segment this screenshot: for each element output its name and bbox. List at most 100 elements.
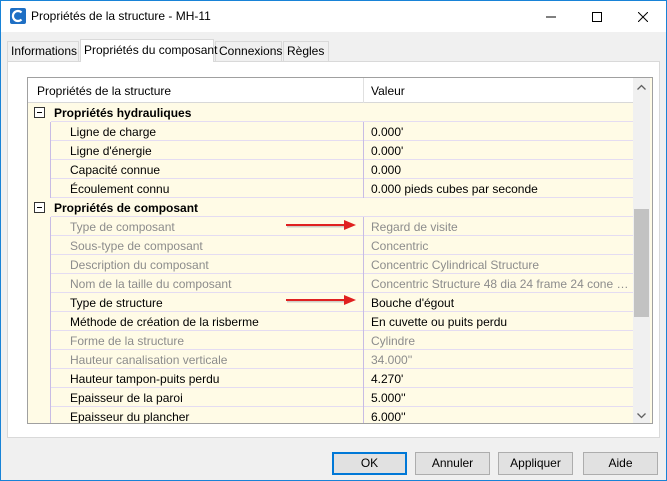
column-header-value: Valeur [371,84,405,98]
scroll-down-button[interactable] [633,407,650,423]
category-row[interactable]: Propriétés hydrauliques [28,103,633,122]
column-divider [363,141,364,160]
scroll-thumb[interactable] [634,209,649,317]
ok-button[interactable]: OK [332,452,407,475]
property-value[interactable]: 0.000' [371,144,629,158]
column-divider [363,350,364,369]
minimize-button[interactable] [528,1,574,32]
property-value: Concentric Structure 48 dia 24 frame 24 … [371,277,629,291]
property-value[interactable]: 0.000 pieds cubes par seconde [371,182,629,196]
property-row[interactable]: Epaisseur du plancher 6.000'' [28,407,633,424]
scroll-up-button[interactable] [633,78,650,95]
apply-button[interactable]: Appliquer [498,452,573,475]
row-indent [28,369,51,388]
property-name: Ligne de charge [70,125,157,139]
property-name: Hauteur tampon-puits perdu [70,372,220,386]
row-indent [28,407,51,423]
red-arrow-annotation-1 [286,220,356,230]
property-name: Description du composant [70,258,209,272]
property-value: Regard de visite [371,220,458,234]
column-divider [363,274,364,293]
property-name: Forme de la structure [70,334,185,348]
property-row[interactable]: Hauteur canalisation verticale 34.000'' [28,350,633,369]
cancel-button[interactable]: Annuler [415,452,490,475]
property-value: Concentric Cylindrical Structure [371,258,540,272]
column-divider [363,388,364,407]
maximize-icon [592,11,602,22]
property-row[interactable]: Epaisseur de la paroi 5.000'' [28,388,633,407]
property-row[interactable]: Ligne d'énergie 0.000' [28,141,633,160]
column-divider [363,179,364,198]
column-divider [363,160,364,179]
chevron-down-icon [637,412,646,418]
row-indent [28,141,51,160]
row-indent [28,217,51,236]
tab-proprietes-composant[interactable]: Propriétés du composant [80,39,217,62]
property-name: Epaisseur du plancher [70,410,190,424]
minimize-icon [546,16,556,17]
property-row[interactable]: Forme de la structure Cylindre [28,331,633,350]
property-name: Propriétés de composant [54,201,199,215]
property-row[interactable]: Sous-type de composant Concentric [28,236,633,255]
column-divider [363,369,364,388]
property-name: Ligne d'énergie [70,144,152,158]
property-name: Type de composant [70,220,175,234]
property-value: 34.000'' [371,353,413,367]
row-indent [28,274,51,293]
row-indent [28,388,51,407]
tab-regles[interactable]: Règles [283,41,329,61]
property-grid-viewport: Propriétés de la structure Valeur Propri… [28,78,652,424]
property-row[interactable]: Méthode de création de la risberme En cuv… [28,312,633,331]
property-value[interactable]: 0.000' [371,125,629,139]
column-divider [363,312,364,331]
tab-informations[interactable]: Informations [7,41,79,61]
close-icon [638,11,648,22]
row-indent [28,160,51,179]
property-value[interactable]: 6.000'' [371,410,629,423]
property-row[interactable]: Ligne de charge 0.000' [28,122,633,141]
chevron-up-icon [637,84,646,90]
red-arrow-annotation-2 [286,295,356,305]
property-name: Nom de la taille du composant [70,277,232,291]
column-divider [363,407,364,423]
property-row[interactable]: Écoulement connu 0.000 pieds cubes par se… [28,179,633,198]
property-name: Epaisseur de la paroi [70,391,183,405]
close-button[interactable] [620,1,666,32]
property-value[interactable]: Bouche d'égout [371,296,629,310]
property-value[interactable]: 5.000'' [371,391,629,405]
collapse-minus-icon[interactable] [34,107,45,118]
column-header-property: Propriétés de la structure [37,84,172,98]
property-row[interactable]: Nom de la taille du composant Concentric … [28,274,633,293]
row-indent [28,179,51,198]
property-value[interactable]: 0.000 [371,163,629,177]
property-name: Hauteur canalisation verticale [70,353,228,367]
property-row[interactable]: Hauteur tampon-puits perdu 4.270' [28,369,633,388]
category-row[interactable]: Propriétés de composant [28,198,633,217]
column-divider [363,293,364,312]
collapse-minus-icon[interactable] [34,202,45,213]
property-row[interactable]: Description du composant Concentric Cylin… [28,255,633,274]
property-value[interactable]: En cuvette ou puits perdu [371,315,629,329]
property-row[interactable]: Capacité connue 0.000 [28,160,633,179]
column-divider [363,122,364,141]
row-indent [28,122,51,141]
property-name: Propriétés hydrauliques [54,106,192,120]
title-bar[interactable]: Propriétés de la structure - MH-11 [1,1,666,32]
property-name: Écoulement connu [70,182,170,196]
help-button[interactable]: Aide [583,452,658,475]
tab-panel: Propriétés de la structure Valeur Propri… [7,61,660,438]
vertical-scrollbar[interactable] [633,78,650,423]
row-indent [28,293,51,312]
property-grid: Propriétés de la structure Valeur Propri… [27,77,653,424]
dialog-window: Propriétés de la structure - MH-11 Infor… [0,0,667,481]
window-title: Propriétés de la structure - MH-11 [31,9,211,23]
column-header-divider[interactable] [363,78,364,103]
civil3d-app-icon [10,8,26,24]
property-name: Type de structure [70,296,163,310]
maximize-button[interactable] [574,1,620,32]
tab-connexions[interactable]: Connexions [215,41,282,61]
row-indent [28,331,51,350]
property-value[interactable]: 4.270' [371,372,629,386]
property-value: Concentric [371,239,429,253]
grid-header: Propriétés de la structure Valeur [28,78,633,103]
